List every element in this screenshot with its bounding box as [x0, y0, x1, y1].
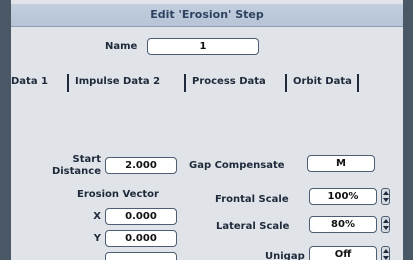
frontal-scale-label: Frontal Scale: [215, 194, 289, 205]
unigap-field[interactable]: Off: [309, 246, 377, 260]
tab-separator: [67, 74, 69, 92]
tab-process-data[interactable]: Process Data: [192, 76, 266, 87]
name-field[interactable]: 1: [147, 38, 259, 55]
dialog-title: Edit 'Erosion' Step: [150, 8, 264, 21]
stepper-down-icon[interactable]: [383, 226, 389, 230]
y-label: Y: [93, 233, 101, 244]
x-label: X: [93, 211, 101, 222]
frontal-scale-stepper[interactable]: [381, 188, 390, 205]
lateral-scale-stepper[interactable]: [381, 216, 390, 233]
tab-orbit-data[interactable]: Orbit Data: [293, 76, 352, 87]
edit-step-dialog: Edit 'Erosion' Step Name 1 Data 1 Impuls…: [11, 0, 403, 260]
frontal-scale-field[interactable]: 100%: [309, 188, 377, 205]
lateral-scale-label: Lateral Scale: [216, 221, 290, 232]
dialog-title-bar: Edit 'Erosion' Step: [11, 4, 403, 27]
stepper-down-icon[interactable]: [383, 256, 389, 260]
tab-separator: [285, 74, 287, 92]
erosion-x-field[interactable]: 0.000: [105, 208, 177, 225]
tab-data-1[interactable]: Data 1: [11, 76, 48, 87]
tab-bar: Data 1 Impulse Data 2 Process Data Orbit…: [11, 74, 403, 94]
tab-separator: [184, 74, 186, 92]
stepper-down-icon[interactable]: [383, 198, 389, 202]
unigap-label: Unigap: [265, 251, 305, 260]
stepper-up-icon[interactable]: [383, 249, 389, 253]
stepper-up-icon[interactable]: [383, 191, 389, 195]
erosion-y-field[interactable]: 0.000: [105, 230, 177, 247]
erosion-vector-heading: Erosion Vector: [77, 189, 159, 200]
start-distance-field[interactable]: 2.000: [105, 157, 177, 174]
start-label: Start: [72, 154, 101, 165]
tab-separator: [357, 74, 359, 92]
unigap-stepper[interactable]: [381, 246, 390, 260]
distance-label: Distance: [51, 166, 101, 177]
erosion-z-field[interactable]: [105, 252, 177, 260]
gap-compensate-label: Gap Compensate: [189, 160, 285, 171]
name-label: Name: [105, 41, 138, 52]
lateral-scale-field[interactable]: 80%: [309, 216, 377, 233]
gap-compensate-field[interactable]: M: [307, 155, 375, 172]
stepper-up-icon[interactable]: [383, 219, 389, 223]
tab-impulse-data-2[interactable]: Impulse Data 2: [75, 76, 160, 87]
